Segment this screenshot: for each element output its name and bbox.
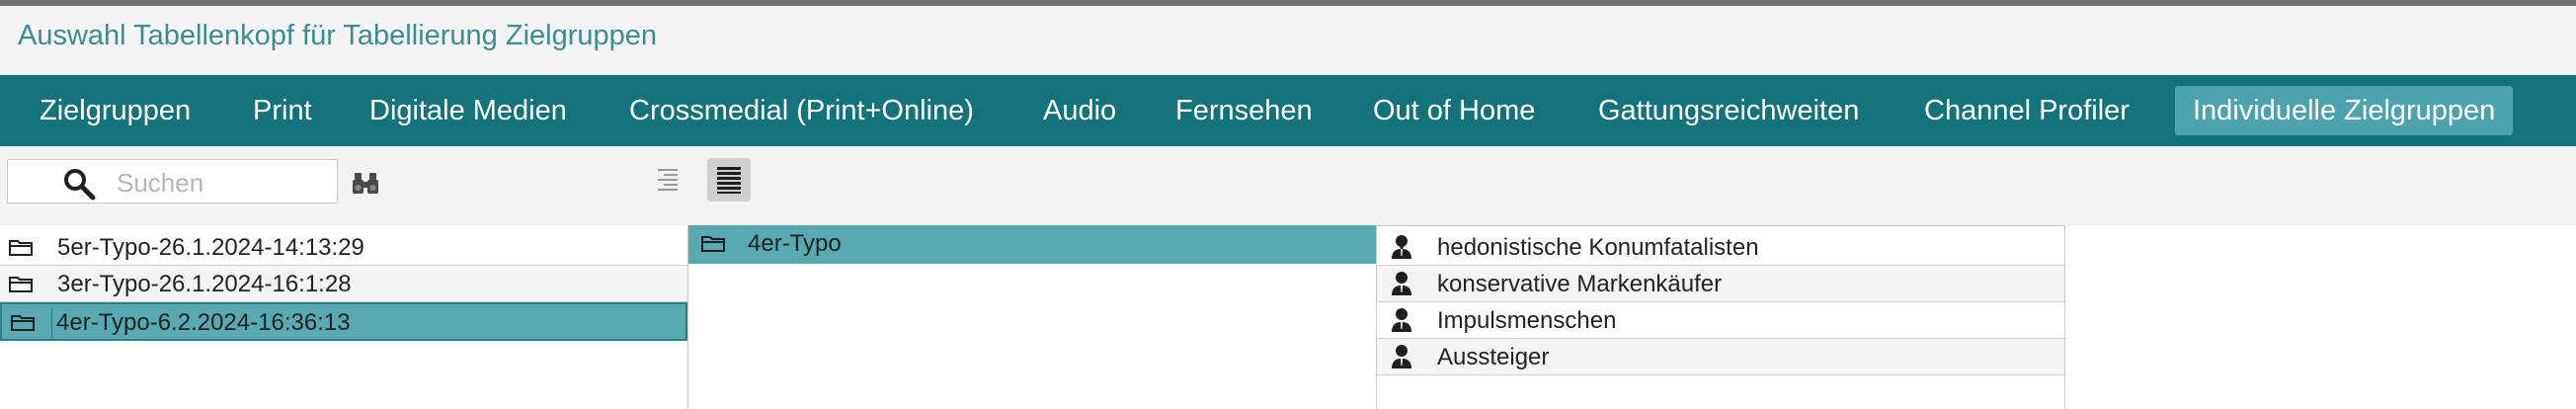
subfolder-label: 4er-Typo <box>748 230 842 257</box>
nav-tab-zielgruppen[interactable]: Zielgruppen <box>40 75 191 146</box>
dialog-title: Auswahl Tabellenkopf für Tabellierung Zi… <box>18 20 658 51</box>
person-icon <box>1392 272 1411 295</box>
folder-row[interactable]: 5er-Typo-26.1.2024-14:13:29 <box>0 229 687 266</box>
subfolder-row-selected[interactable]: 4er-Typo <box>688 225 1376 264</box>
nav-tab-print[interactable]: Print <box>253 75 312 146</box>
nav-tab-digitale-medien[interactable]: Digitale Medien <box>369 75 567 146</box>
person-icon <box>1392 345 1411 368</box>
nav-tab-fernsehen[interactable]: Fernsehen <box>1175 75 1313 146</box>
target-group-label: konservative Markenkäufer <box>1437 271 1723 297</box>
folder-label: 3er-Typo-26.1.2024-16:1:28 <box>57 271 352 297</box>
target-group-list-panel: hedonistische Konumfatalisten konservati… <box>1377 225 2065 409</box>
nav-tab-crossmedial[interactable]: Crossmedial (Print+Online) <box>629 75 974 146</box>
folder-list-panel: 5er-Typo-26.1.2024-14:13:29 3er-Typo-26.… <box>0 225 688 409</box>
search-box[interactable] <box>7 159 338 204</box>
nav-tab-gattungsreichweiten[interactable]: Gattungsreichweiten <box>1598 75 1859 146</box>
search-input[interactable] <box>115 166 336 200</box>
nav-tab-audio[interactable]: Audio <box>1043 75 1116 146</box>
target-group-label: Aussteiger <box>1437 344 1550 370</box>
person-icon <box>1392 308 1411 332</box>
search-icon <box>64 169 96 201</box>
subfolder-list-panel: 4er-Typo <box>688 225 1377 409</box>
indent-list-icon[interactable] <box>644 158 687 202</box>
folder-icon <box>701 236 725 252</box>
folder-icon <box>11 315 35 331</box>
target-group-label: hedonistische Konumfatalisten <box>1437 234 1759 261</box>
target-group-row[interactable]: Impulsmenschen <box>1377 302 2064 339</box>
full-list-icon[interactable] <box>707 158 751 202</box>
search-toolbar <box>0 146 2576 225</box>
category-navbar: Zielgruppen Print Digitale Medien Crossm… <box>0 75 2576 146</box>
target-group-row[interactable]: hedonistische Konumfatalisten <box>1377 229 2064 266</box>
person-icon <box>1392 235 1411 259</box>
nav-tab-out-of-home[interactable]: Out of Home <box>1373 75 1535 146</box>
binoculars-icon[interactable] <box>352 171 379 195</box>
target-group-row[interactable]: Aussteiger <box>1377 339 2064 375</box>
folder-row[interactable]: 3er-Typo-26.1.2024-16:1:28 <box>0 266 687 302</box>
folder-icon <box>9 240 33 256</box>
nav-tab-channel-profiler[interactable]: Channel Profiler <box>1924 75 2130 146</box>
target-group-label: Impulsmenschen <box>1437 307 1617 334</box>
folder-row-selected[interactable]: 4er-Typo-6.2.2024-16:36:13 <box>0 302 687 341</box>
target-group-row[interactable]: konservative Markenkäufer <box>1377 266 2064 302</box>
folder-label: 5er-Typo-26.1.2024-14:13:29 <box>57 234 364 261</box>
folder-icon <box>9 277 33 292</box>
nav-tab-individuelle-zielgruppen[interactable]: Individuelle Zielgruppen <box>2175 86 2514 135</box>
dialog-titlebar: Auswahl Tabellenkopf für Tabellierung Zi… <box>0 6 2576 75</box>
folder-label: 4er-Typo-6.2.2024-16:36:13 <box>51 308 351 338</box>
